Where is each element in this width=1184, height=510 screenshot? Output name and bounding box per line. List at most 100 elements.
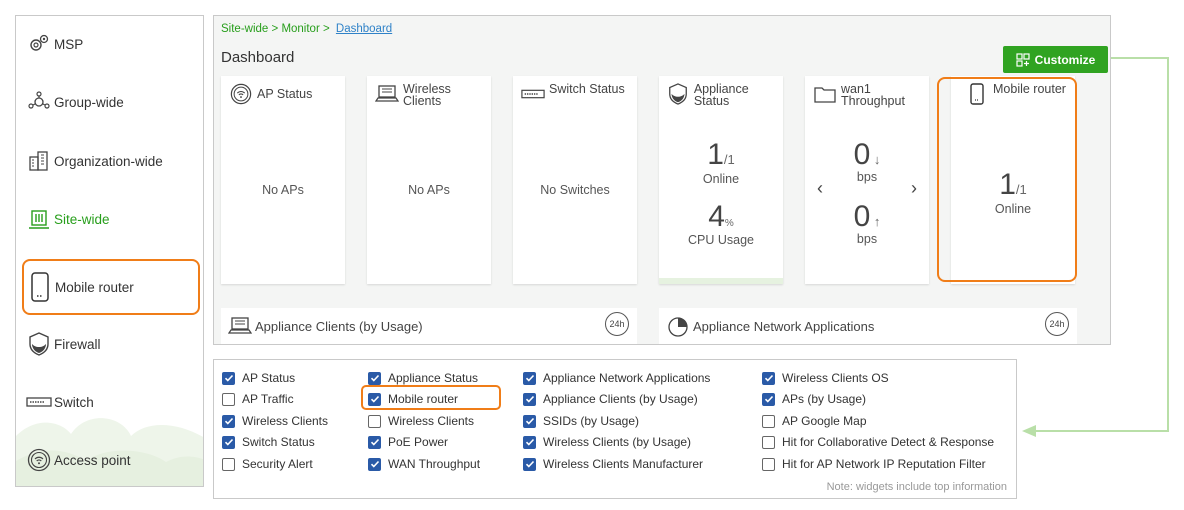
mobile-router-highlight: [937, 77, 1077, 282]
page-title: Dashboard: [221, 49, 295, 66]
customize-button[interactable]: Customize: [1003, 46, 1108, 73]
sidebar-item-label: Access point: [54, 452, 131, 468]
widgets-icon: [1016, 52, 1030, 67]
checkmark-icon: [525, 374, 534, 382]
widget-checkbox-item[interactable]: Appliance Clients (by Usage): [523, 391, 698, 407]
breadcrumb-separator: >: [271, 23, 282, 35]
checkmark-icon: [224, 438, 233, 446]
time-range-badge[interactable]: 24h: [1045, 312, 1069, 336]
widget-checkbox-item[interactable]: AP Status: [222, 370, 295, 386]
checkmark-icon: [525, 438, 534, 446]
checkbox-checked[interactable]: [762, 392, 775, 406]
checkbox-label: WAN Throughput: [388, 457, 481, 471]
card-value: No Switches: [540, 183, 610, 197]
checkbox-checked[interactable]: [368, 457, 381, 471]
checkbox-label: Appliance Clients (by Usage): [543, 392, 698, 406]
widget-checkbox-item[interactable]: AP Google Map: [762, 413, 867, 429]
sidebar-item-mobile-router[interactable]: Mobile router: [22, 259, 200, 315]
appliance-network-applications-card[interactable]: Appliance Network Applications 24h: [659, 308, 1077, 344]
checkbox-checked[interactable]: [368, 371, 381, 385]
time-range-badge[interactable]: 24h: [605, 312, 629, 336]
wireless-clients-card[interactable]: Wireless Clients No APs: [367, 76, 491, 284]
breadcrumb-monitor[interactable]: Monitor: [281, 23, 319, 35]
checkbox-unchecked[interactable]: [368, 414, 381, 428]
widget-checkbox-item[interactable]: Hit for Collaborative Detect & Response: [762, 434, 994, 450]
checkbox-label: Wireless Clients: [242, 414, 329, 428]
arrow-up-icon: ↑: [870, 214, 881, 229]
widget-checkbox-item[interactable]: Hit for AP Network IP Reputation Filter: [762, 456, 986, 472]
checkbox-label: SSIDs (by Usage): [543, 414, 640, 428]
widget-checkbox-item[interactable]: Wireless Clients (by Usage): [523, 434, 691, 450]
switch-status-card[interactable]: Switch Status No Switches: [513, 76, 637, 284]
checkbox-checked[interactable]: [222, 435, 235, 449]
checkbox-unchecked[interactable]: [222, 457, 235, 471]
checkbox-checked[interactable]: [523, 457, 536, 471]
card-title: Appliance Status: [693, 82, 749, 108]
arrow-down-icon: ↓: [870, 152, 881, 167]
checkmark-icon: [370, 395, 379, 403]
checkbox-unchecked[interactable]: [762, 414, 775, 428]
widget-checkbox-item[interactable]: Wireless Clients Manufacturer: [523, 456, 703, 472]
appliance-clients-card[interactable]: Appliance Clients (by Usage) 24h: [221, 308, 637, 344]
widget-checkbox-item[interactable]: Appliance Status: [368, 370, 478, 386]
card-value: No APs: [262, 183, 304, 197]
switch-icon: [26, 389, 52, 415]
card-title: wan1 Throughput: [841, 82, 905, 108]
widget-checkbox-item[interactable]: SSIDs (by Usage): [523, 413, 639, 429]
down-number: 0: [853, 138, 871, 171]
widget-checkbox-item[interactable]: Wireless Clients OS: [762, 370, 889, 386]
checkmark-icon: [764, 374, 773, 382]
checkbox-unchecked[interactable]: [222, 392, 235, 406]
sidebar-item-msp[interactable]: MSP: [26, 24, 196, 64]
checkbox-checked[interactable]: [523, 371, 536, 385]
checkbox-unchecked[interactable]: [762, 435, 775, 449]
sidebar-item-site-wide[interactable]: Site-wide: [26, 199, 196, 239]
checkbox-checked[interactable]: [523, 392, 536, 406]
online-total: /1: [723, 152, 735, 167]
checkbox-label: Wireless Clients OS: [782, 371, 889, 385]
ap-status-card[interactable]: AP Status No APs: [221, 76, 345, 284]
checkbox-unchecked[interactable]: [762, 457, 775, 471]
sidebar-item-label: Mobile router: [55, 279, 134, 295]
breadcrumb-site-wide[interactable]: Site-wide: [221, 23, 268, 35]
checkbox-checked[interactable]: [523, 414, 536, 428]
down-unit: bps: [856, 170, 878, 184]
widget-checkbox-item[interactable]: AP Traffic: [222, 391, 294, 407]
widget-checkbox-item[interactable]: APs (by Usage): [762, 391, 866, 407]
pie-chart-icon: [666, 314, 690, 338]
widget-checkbox-item[interactable]: Wireless Clients: [222, 413, 328, 429]
checkbox-label: Security Alert: [242, 457, 313, 471]
sidebar-item-firewall[interactable]: Firewall: [26, 324, 196, 364]
widget-checkbox-item[interactable]: PoE Power: [368, 434, 448, 450]
sidebar-item-group-wide[interactable]: Group-wide: [26, 82, 196, 122]
sidebar-item-organization-wide[interactable]: Organization-wide: [26, 141, 196, 181]
checkbox-checked[interactable]: [222, 371, 235, 385]
sidebar-item-access-point[interactable]: Access point: [26, 440, 196, 480]
widget-checkbox-item[interactable]: WAN Throughput: [368, 456, 480, 472]
widget-checkbox-item[interactable]: Appliance Network Applications: [523, 370, 710, 386]
cpu-unit: %: [724, 218, 734, 229]
sidebar-item-label: Firewall: [54, 336, 101, 352]
checkbox-checked[interactable]: [762, 371, 775, 385]
wan1-throughput-card[interactable]: wan1 Throughput ‹ › 0 ↓ bps 0 ↑ bps: [805, 76, 929, 284]
breadcrumb-dashboard-link[interactable]: Dashboard: [336, 23, 392, 35]
upload-value: 0 ↑: [805, 202, 929, 232]
widget-checkbox-item[interactable]: Mobile router: [368, 391, 458, 407]
breadcrumb-separator: >: [323, 23, 330, 35]
checkbox-checked[interactable]: [368, 392, 381, 406]
widget-checkbox-item[interactable]: Security Alert: [222, 456, 313, 472]
widget-checkbox-item[interactable]: Switch Status: [222, 434, 315, 450]
wifi-icon: [26, 447, 52, 473]
sidebar-item-switch[interactable]: Switch: [26, 382, 196, 422]
appliance-online: 1/1: [659, 140, 783, 170]
wifi-icon: [229, 82, 253, 106]
appliance-status-card[interactable]: Appliance Status 1/1 Online 4% CPU Usage: [659, 76, 783, 284]
widget-checkbox-item[interactable]: Wireless Clients: [368, 413, 474, 429]
checkmark-icon: [525, 395, 534, 403]
checkbox-checked[interactable]: [222, 414, 235, 428]
checkbox-checked[interactable]: [368, 435, 381, 449]
checklist-note: Note: widgets include top information: [826, 481, 1007, 493]
sidebar-item-label: MSP: [54, 36, 84, 52]
checkbox-checked[interactable]: [523, 435, 536, 449]
cpu-label: CPU Usage: [688, 233, 754, 247]
